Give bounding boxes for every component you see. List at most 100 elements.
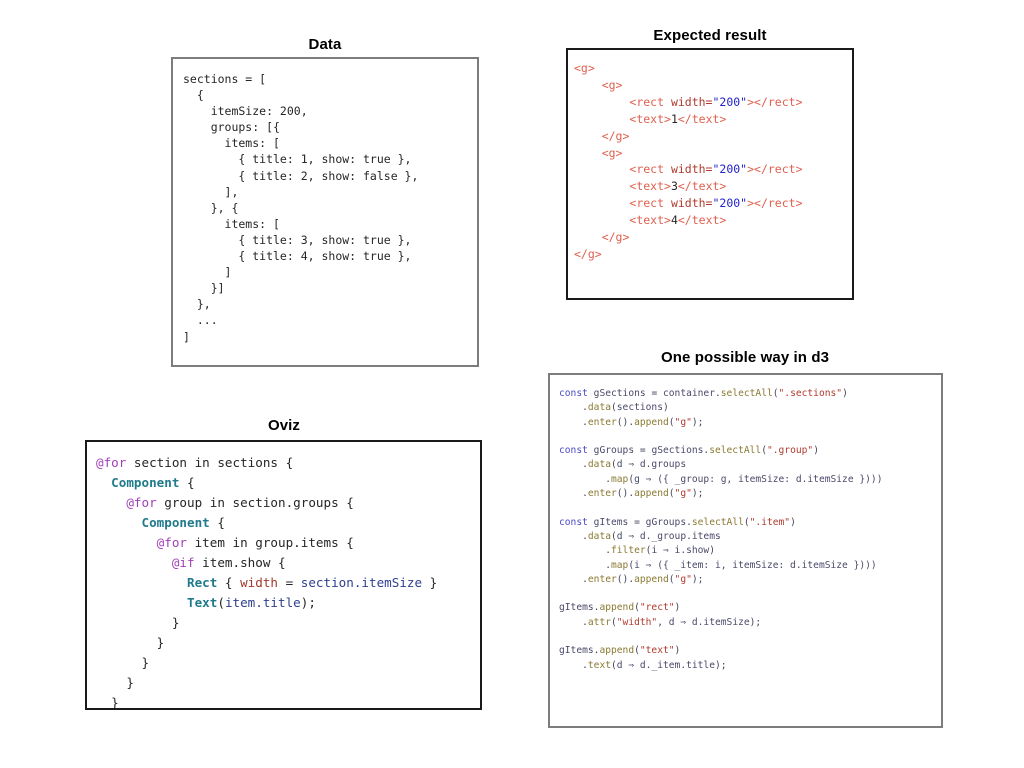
code-token: 4 xyxy=(670,213,678,228)
data-code-panel: sections = [ { itemSize: 200, groups: [{… xyxy=(171,57,479,367)
code-token: "200" xyxy=(712,162,748,177)
code-token: = xyxy=(278,575,301,590)
code-token: width= xyxy=(670,196,713,211)
code-token: append xyxy=(634,573,669,585)
code-token: ); xyxy=(749,616,762,628)
code-token: "200" xyxy=(712,196,748,211)
code-token: = xyxy=(651,388,663,399)
code-token: 1 xyxy=(670,111,678,126)
code-token: { xyxy=(179,475,195,490)
code-token: (). xyxy=(616,573,635,585)
code-token: gItems xyxy=(587,516,635,528)
code-token: gGroups xyxy=(645,516,687,528)
code-token: @for xyxy=(96,455,127,470)
code-token: (). xyxy=(616,416,635,428)
code-token: <rect xyxy=(629,196,671,211)
code-token: ></rect> xyxy=(747,162,803,177)
code-token: } xyxy=(141,655,150,670)
code-token: </text> xyxy=(677,179,727,194)
code-token: Text xyxy=(187,595,218,610)
code-token: i ⇒ i.show xyxy=(651,545,710,557)
code-token: Rect xyxy=(187,575,218,590)
code-token: <g> xyxy=(601,77,623,92)
code-token: "width" xyxy=(616,616,658,628)
code-token: append xyxy=(599,602,635,614)
code-token: item.show { xyxy=(194,555,286,570)
code-token: selectAll xyxy=(709,445,762,457)
code-token: d ⇒ d.itemSize xyxy=(668,616,750,628)
code-token: ); xyxy=(691,488,704,500)
expected-result-panel-title: Expected result xyxy=(653,27,767,44)
code-token: ></rect> xyxy=(747,94,803,109)
code-token: <text> xyxy=(629,111,671,126)
code-token: ) xyxy=(674,645,681,657)
code-token: Component xyxy=(141,515,210,530)
code-token: width= xyxy=(670,162,713,177)
code-token: } xyxy=(126,675,134,690)
code-token: ".group" xyxy=(766,445,814,457)
code-token: ".item" xyxy=(749,516,791,528)
code-token: } xyxy=(156,635,165,650)
code-token: Component xyxy=(111,475,180,490)
code-token: gItems xyxy=(559,602,594,614)
code-token: </g> xyxy=(601,230,630,245)
code-token: </g> xyxy=(574,246,602,261)
expected-result-code-panel: <g> <g> <rect width="200"></rect> <text>… xyxy=(566,48,854,300)
code-token: selectAll xyxy=(720,388,773,399)
code-token: @if xyxy=(171,555,195,570)
code-token: ) xyxy=(813,445,819,457)
code-token: "g" xyxy=(674,416,692,428)
code-token: "g" xyxy=(674,573,692,585)
code-token: <text> xyxy=(629,179,671,194)
code-token: <rect xyxy=(629,94,671,109)
code-token: container xyxy=(663,388,715,399)
code-token: append xyxy=(599,645,635,657)
code-token: ) xyxy=(790,516,796,528)
code-token: <text> xyxy=(629,213,671,228)
code-token: "200" xyxy=(712,94,748,109)
code-token: section in sections { xyxy=(126,455,294,470)
d3-code-panel: const gSections = container.selectAll(".… xyxy=(548,373,943,728)
code-token: } xyxy=(171,615,180,630)
oviz-code-panel: @for section in sections { Component { @… xyxy=(85,440,482,710)
code-token: d ⇒ d.groups xyxy=(616,459,687,471)
code-token: gSections xyxy=(651,445,704,457)
code-token: gItems xyxy=(559,645,594,657)
code-token: const xyxy=(559,516,588,528)
data-panel-title: Data xyxy=(308,36,342,53)
code-token: const xyxy=(559,388,588,399)
code-token: ) xyxy=(674,602,681,614)
code-token: <rect xyxy=(629,162,671,177)
code-token: data xyxy=(587,459,611,471)
code-token: <g> xyxy=(574,61,595,75)
code-token: ) xyxy=(842,388,848,399)
code-token: g ⇒ ({ _group: g, itemSize: d.itemSize }… xyxy=(634,473,883,485)
code-token: selectAll xyxy=(691,516,744,528)
code-token: text xyxy=(587,659,611,671)
code-token: @for xyxy=(126,495,157,510)
oviz-code-block: @for section in sections { Component { @… xyxy=(87,442,480,710)
code-token: ); xyxy=(300,595,316,610)
code-token: width xyxy=(240,575,279,590)
code-token: group in section.groups { xyxy=(156,495,354,510)
d3-code-block: const gSections = container.selectAll(".… xyxy=(550,375,941,673)
code-token: sections xyxy=(616,402,663,414)
code-token: ); xyxy=(691,573,704,585)
code-token: enter xyxy=(587,573,617,585)
code-token: <g> xyxy=(601,145,623,160)
code-token: ".sections" xyxy=(778,388,843,399)
code-token: = xyxy=(639,445,652,457)
code-token: { xyxy=(209,515,225,530)
code-token: data xyxy=(587,402,611,414)
code-token: </text> xyxy=(677,111,727,126)
code-token: "g" xyxy=(674,488,692,500)
code-token: , xyxy=(657,616,669,628)
code-token: } xyxy=(422,575,438,590)
code-token: ) xyxy=(663,402,669,414)
code-token: d ⇒ d._group.items xyxy=(616,530,721,542)
code-token: gGroups xyxy=(587,445,640,457)
code-token: ); xyxy=(714,659,727,671)
code-token: } xyxy=(111,695,119,710)
code-token: { xyxy=(217,575,241,590)
code-token: ( xyxy=(217,595,225,610)
